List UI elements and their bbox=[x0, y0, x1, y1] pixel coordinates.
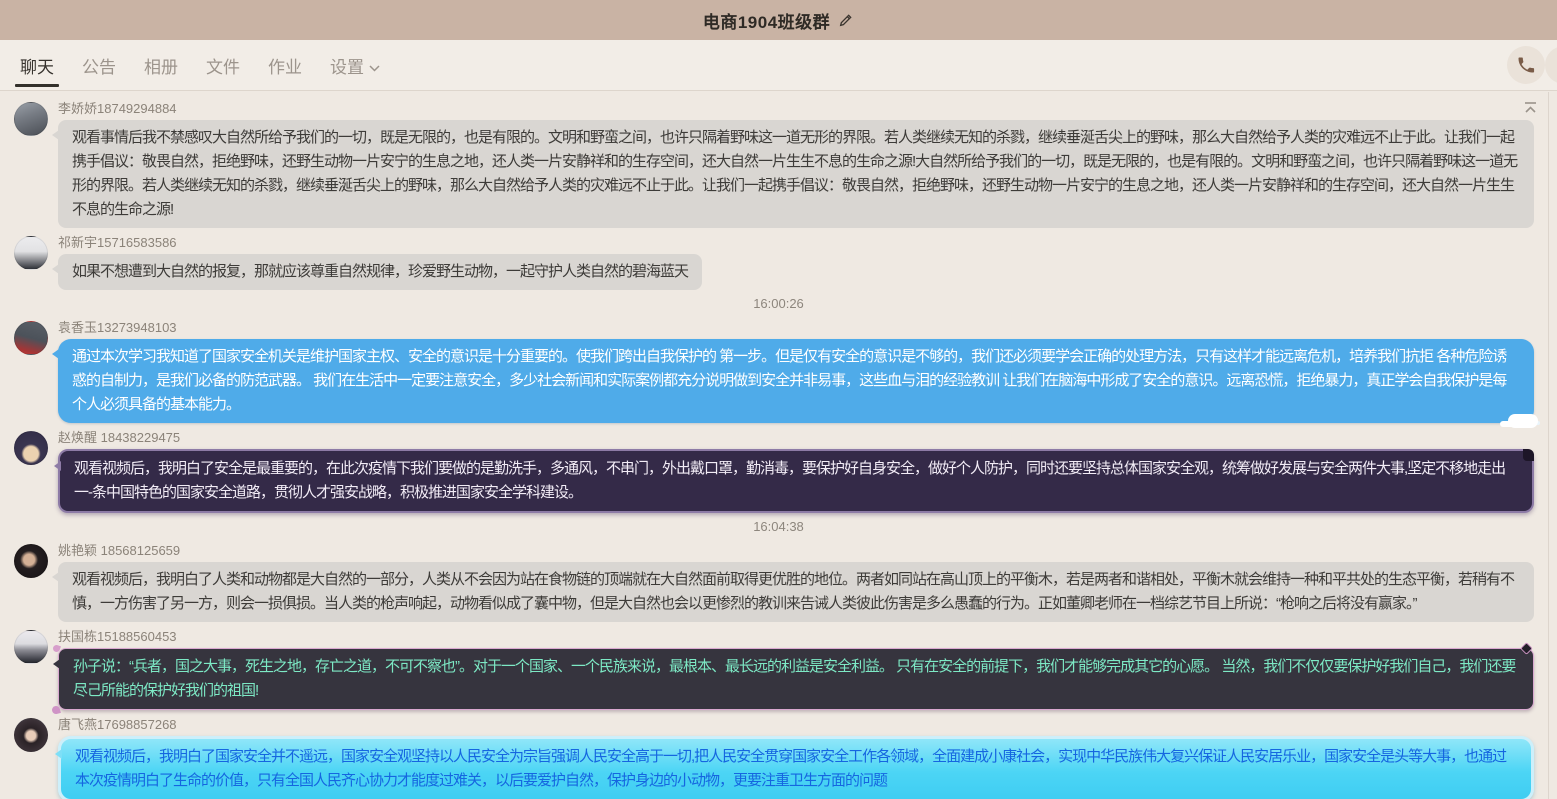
message-bubble: 观看事情后我不禁感叹大自然所给予我们的一切，既是无限的，也是有限的。文明和野蛮之… bbox=[58, 120, 1534, 228]
message-bubble: 观看视频后，我明白了安全是最重要的，在此次疫情下我们要做的是勤洗手，多通风，不串… bbox=[58, 449, 1534, 513]
chat-message: 姚艳颖 18568125659 观看视频后，我明白了人类和动物都是大自然的一部分… bbox=[14, 542, 1543, 622]
tab-homework-label: 作业 bbox=[268, 53, 302, 78]
message-text: 如果不想遭到大自然的报复，那就应该尊重自然规律，珍爱野生动物，一起守护人类自然的… bbox=[72, 263, 688, 280]
avatar[interactable] bbox=[14, 718, 48, 752]
tab-announcement[interactable]: 公告 bbox=[80, 40, 118, 90]
message-bubble: 通过本次学习我知道了国家安全机关是维护国家主权、安全的意识是十分重要的。使我们跨… bbox=[58, 339, 1534, 423]
tab-bar: 聊天 公告 相册 文件 作业 设置 bbox=[0, 40, 1557, 91]
tab-settings[interactable]: 设置 bbox=[328, 40, 382, 90]
message-text: 观看视频后，我明白了国家安全并不遥远，国家安全观坚持以人民安全为宗旨强调人民安全… bbox=[75, 748, 1506, 789]
avatar[interactable] bbox=[14, 236, 48, 270]
chat-message: 祁新宇15716583586 如果不想遭到大自然的报复，那就应该尊重自然规律，珍… bbox=[14, 234, 1543, 290]
timestamp: 16:00:26 bbox=[14, 296, 1543, 311]
sender-name: 赵焕醒 18438229475 bbox=[58, 429, 1543, 446]
message-text: 通过本次学习我知道了国家安全机关是维护国家主权、安全的意识是十分重要的。使我们跨… bbox=[72, 348, 1506, 413]
avatar[interactable] bbox=[14, 630, 48, 664]
chat-message: 李娇娇18749294884 观看事情后我不禁感叹大自然所给予我们的一切，既是无… bbox=[14, 100, 1543, 228]
scrollbar-track[interactable] bbox=[1548, 92, 1549, 799]
avatar[interactable] bbox=[14, 544, 48, 578]
sender-name: 李娇娇18749294884 bbox=[58, 100, 1543, 117]
phone-icon bbox=[1516, 55, 1536, 75]
sparkle-decoration bbox=[52, 644, 61, 653]
tab-chat[interactable]: 聊天 bbox=[18, 40, 56, 90]
message-text: 观看视频后，我明白了安全是最重要的，在此次疫情下我们要做的是勤洗手，多通风，不串… bbox=[74, 460, 1505, 501]
tab-album[interactable]: 相册 bbox=[142, 40, 180, 90]
message-bubble: 观看视频后，我明白了国家安全并不遥远，国家安全观坚持以人民安全为宗旨强调人民安全… bbox=[58, 736, 1534, 799]
tab-album-label: 相册 bbox=[144, 53, 178, 78]
tab-files-label: 文件 bbox=[206, 53, 240, 78]
chat-message: 赵焕醒 18438229475 观看视频后，我明白了安全是最重要的，在此次疫情下… bbox=[14, 429, 1543, 513]
sender-name: 扶国栋15188560453 bbox=[58, 628, 1543, 645]
message-text: 观看视频后，我明白了人类和动物都是大自然的一部分，人类从不会因为站在食物链的顶端… bbox=[72, 571, 1514, 612]
collapse-up-icon[interactable] bbox=[1519, 97, 1541, 117]
window-titlebar: 电商1904班级群 bbox=[0, 0, 1557, 40]
sender-name: 袁香玉13273948103 bbox=[58, 319, 1543, 336]
cloud-decoration bbox=[1508, 414, 1538, 428]
message-text: 孙子说：“兵者，国之大事，死生之地，存亡之道，不可不察也”。对于一个国家、一个民… bbox=[73, 658, 1515, 699]
tab-homework[interactable]: 作业 bbox=[266, 40, 304, 90]
sparkle-decoration bbox=[51, 705, 61, 715]
message-bubble: 孙子说：“兵者，国之大事，死生之地，存亡之道，不可不察也”。对于一个国家、一个民… bbox=[58, 648, 1534, 710]
chat-message: 唐飞燕17698857268 观看视频后，我明白了国家安全并不遥远，国家安全观坚… bbox=[14, 716, 1543, 799]
app-window: 电商1904班级群 聊天 公告 相册 文件 作业 设置 bbox=[0, 0, 1557, 799]
message-bubble: 观看视频后，我明白了人类和动物都是大自然的一部分，人类从不会因为站在食物链的顶端… bbox=[58, 562, 1534, 622]
message-bubble: 如果不想遭到大自然的报复，那就应该尊重自然规律，珍爱野生动物，一起守护人类自然的… bbox=[58, 254, 702, 290]
voice-call-button[interactable] bbox=[1507, 46, 1545, 84]
chat-message: 袁香玉13273948103 通过本次学习我知道了国家安全机关是维护国家主权、安… bbox=[14, 319, 1543, 423]
avatar[interactable] bbox=[14, 321, 48, 355]
timestamp: 16:04:38 bbox=[14, 519, 1543, 534]
tab-settings-label: 设置 bbox=[330, 53, 364, 78]
group-title: 电商1904班级群 bbox=[703, 8, 830, 33]
chat-message: 扶国栋15188560453 孙子说：“兵者，国之大事，死生之地，存亡之道，不可… bbox=[14, 628, 1543, 710]
tab-announcement-label: 公告 bbox=[82, 53, 116, 78]
sender-name: 唐飞燕17698857268 bbox=[58, 716, 1543, 733]
message-text: 观看事情后我不禁感叹大自然所给予我们的一切，既是无限的，也是有限的。文明和野蛮之… bbox=[72, 129, 1517, 218]
sender-name: 姚艳颖 18568125659 bbox=[58, 542, 1543, 559]
tab-files[interactable]: 文件 bbox=[204, 40, 242, 90]
video-call-button[interactable] bbox=[1545, 46, 1557, 84]
edit-title-icon[interactable] bbox=[838, 12, 854, 28]
corner-decoration bbox=[1523, 449, 1534, 461]
avatar[interactable] bbox=[14, 102, 48, 136]
chat-panel[interactable]: 李娇娇18749294884 观看事情后我不禁感叹大自然所给予我们的一切，既是无… bbox=[0, 92, 1557, 799]
tab-chat-label: 聊天 bbox=[20, 53, 54, 78]
avatar[interactable] bbox=[14, 431, 48, 465]
chevron-down-icon bbox=[369, 57, 380, 77]
sender-name: 祁新宇15716583586 bbox=[58, 234, 1543, 251]
